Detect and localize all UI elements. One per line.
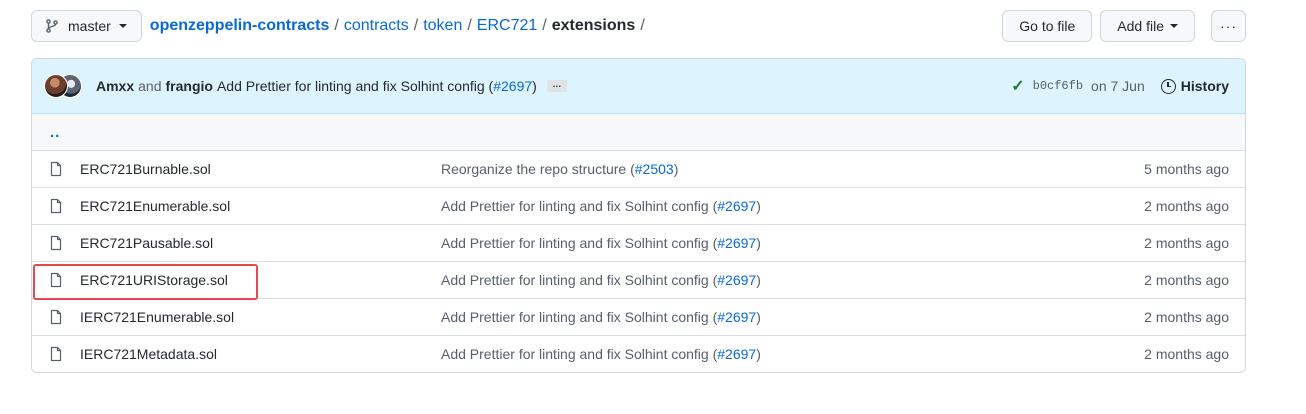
file-commit-age: 5 months ago [1144,161,1229,177]
file-commit-message[interactable]: Add Prettier for linting and fix Solhint… [441,235,1144,251]
add-file-button[interactable]: Add file [1100,10,1195,42]
parent-directory-link[interactable]: .. [50,124,60,141]
file-commit-message[interactable]: Reorganize the repo structure (#2503) [441,161,1144,177]
file-commit-pr-link[interactable]: #2503 [635,161,674,177]
breadcrumb-separator: / [542,17,547,34]
history-icon [1160,78,1176,94]
breadcrumb: openzeppelin-contracts / contracts / tok… [150,17,650,35]
file-icon [48,346,64,362]
file-icon [48,272,64,288]
commit-message-body: Add Prettier for linting and fix Solhint… [216,78,494,94]
file-commit-message[interactable]: Add Prettier for linting and fix Solhint… [441,346,1144,362]
file-commit-pr-link[interactable]: #2697 [717,309,756,325]
commit-author-link[interactable]: Amxx [96,78,134,94]
commit-message-text[interactable]: Add Prettier for linting and fix Solhint… [217,78,537,94]
breadcrumb-link-erc721[interactable]: ERC721 [477,17,537,35]
file-rows: ERC721Burnable.sol Reorganize the repo st… [32,150,1245,372]
file-name-link[interactable]: IERC721Metadata.sol [80,346,441,362]
breadcrumb-repo-link[interactable]: openzeppelin-contracts [150,17,330,35]
file-row[interactable]: ERC721Burnable.sol Reorganize the repo st… [32,150,1245,187]
commit-and-text: and [138,78,162,94]
file-commit-message[interactable]: Add Prettier for linting and fix Solhint… [441,309,1144,325]
add-file-label: Add file [1117,18,1164,34]
breadcrumb-link-token[interactable]: token [423,17,462,35]
parent-directory-row[interactable]: .. [32,114,1245,150]
file-commit-text: Add Prettier for linting and fix Solhint… [441,272,718,288]
file-name-link[interactable]: ERC721Enumerable.sol [80,198,441,214]
file-icon [48,198,64,214]
file-name-link[interactable]: IERC721Enumerable.sol [80,309,441,325]
commit-avatars [44,73,84,99]
commit-sha-link[interactable]: b0cf6fb [1033,79,1083,93]
file-row[interactable]: ERC721URIStorage.sol Add Prettier for lin… [32,261,1245,298]
chevron-down-icon [1170,24,1178,28]
file-row[interactable]: IERC721Metadata.sol Add Prettier for lint… [32,335,1245,372]
expand-commit-button[interactable]: … [546,80,567,92]
file-commit-close: ) [756,198,761,214]
file-row[interactable]: IERC721Enumerable.sol Add Prettier for li… [32,298,1245,335]
breadcrumb-separator: / [413,17,419,34]
file-commit-close: ) [756,235,761,251]
breadcrumb-link-contracts[interactable]: contracts [344,17,409,35]
branch-name: master [68,18,111,34]
file-commit-pr-link[interactable]: #2697 [717,235,756,251]
file-commit-age: 2 months ago [1144,272,1229,288]
avatar[interactable] [44,74,68,98]
commit-date: on 7 Jun [1091,78,1145,94]
file-actions: Go to file Add file ··· [1002,10,1246,42]
file-commit-age: 2 months ago [1144,309,1229,325]
history-label: History [1180,78,1229,94]
file-commit-text: Add Prettier for linting and fix Solhint… [441,198,718,214]
commit-message-close: ) [532,78,537,94]
file-commit-text: Add Prettier for linting and fix Solhint… [441,309,718,325]
file-icon [48,309,64,325]
file-commit-close: ) [756,346,761,362]
breadcrumb-separator: / [334,17,339,34]
more-options-button[interactable]: ··· [1211,10,1246,42]
check-icon[interactable]: ✓ [1011,76,1024,96]
commit-message: Amxx and frangio Add Prettier for lintin… [96,78,567,94]
commit-meta: ✓ b0cf6fb on 7 Jun History [1011,76,1229,96]
file-commit-pr-link[interactable]: #2697 [717,198,756,214]
file-commit-pr-link[interactable]: #2697 [717,346,756,362]
breadcrumb-separator: / [640,17,645,34]
file-icon [48,235,64,251]
file-navigation-bar: master openzeppelin-contracts / contract… [31,10,1246,42]
file-commit-text: Reorganize the repo structure ( [441,161,635,177]
file-row[interactable]: ERC721Enumerable.sol Add Prettier for lin… [32,187,1245,224]
file-listing: Amxx and frangio Add Prettier for lintin… [31,58,1246,373]
file-icon [48,161,64,177]
breadcrumb-current: extensions [551,17,636,34]
file-commit-close: ) [756,272,761,288]
file-commit-age: 2 months ago [1144,198,1229,214]
latest-commit-bar: Amxx and frangio Add Prettier for lintin… [32,59,1245,114]
git-branch-icon [46,19,58,33]
file-commit-message[interactable]: Add Prettier for linting and fix Solhint… [441,198,1144,214]
breadcrumb-separator: / [467,17,472,34]
file-name-link[interactable]: ERC721Pausable.sol [80,235,441,251]
file-commit-pr-link[interactable]: #2697 [717,272,756,288]
branch-selector-button[interactable]: master [31,10,142,42]
file-name-link[interactable]: ERC721URIStorage.sol [80,272,441,288]
file-commit-age: 2 months ago [1144,346,1229,362]
file-commit-close: ) [673,161,679,177]
commit-author-link[interactable]: frangio [166,78,213,94]
file-commit-message[interactable]: Add Prettier for linting and fix Solhint… [441,272,1144,288]
file-commit-text: Add Prettier for linting and fix Solhint… [441,235,718,251]
commit-pr-link[interactable]: #2697 [493,78,532,94]
file-row[interactable]: ERC721Pausable.sol Add Prettier for linti… [32,224,1245,261]
file-commit-age: 2 months ago [1144,235,1229,251]
file-commit-close: ) [756,309,761,325]
history-link[interactable]: History [1160,78,1229,94]
chevron-down-icon [118,24,127,28]
go-to-file-button[interactable]: Go to file [1002,10,1093,42]
file-name-link[interactable]: ERC721Burnable.sol [80,161,441,177]
file-commit-text: Add Prettier for linting and fix Solhint… [441,346,718,362]
